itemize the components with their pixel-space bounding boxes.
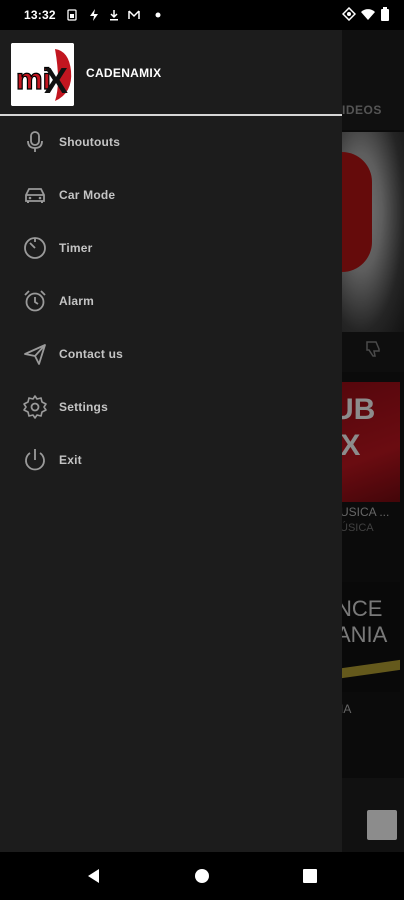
power-icon — [25, 449, 45, 471]
menu-item-label: Settings — [59, 400, 108, 414]
battery-icon — [381, 7, 389, 21]
status-bar: 13:32 — [0, 0, 404, 30]
menu-item-alarm[interactable]: Alarm — [0, 275, 342, 328]
menu-item-settings[interactable]: Settings — [0, 381, 342, 434]
system-nav-bar — [0, 852, 404, 900]
app-logo: mi X — [11, 43, 74, 106]
alarm-clock-icon — [24, 290, 46, 312]
mail-icon — [128, 10, 140, 19]
menu-item-label: Car Mode — [59, 188, 116, 202]
download-icon — [110, 10, 118, 21]
menu-item-label: Shoutouts — [59, 135, 121, 149]
menu-item-label: Contact us — [59, 347, 124, 361]
gear-icon — [23, 395, 47, 419]
menu-item-label: Timer — [59, 241, 93, 255]
mix-logo-icon: mi X — [11, 43, 74, 106]
menu-item-shoutouts[interactable]: Shoutouts — [0, 116, 342, 169]
back-icon[interactable] — [84, 866, 104, 886]
menu-item-label: Exit — [59, 453, 82, 467]
vpn-key-icon — [342, 7, 356, 21]
menu-item-timer[interactable]: Timer — [0, 222, 342, 275]
home-icon[interactable] — [192, 866, 212, 886]
recents-icon[interactable] — [300, 866, 320, 886]
wifi-icon — [361, 9, 375, 20]
timer-icon — [24, 237, 46, 259]
svg-text:X: X — [44, 60, 68, 101]
menu-item-car-mode[interactable]: Car Mode — [0, 169, 342, 222]
dot-icon — [155, 12, 161, 18]
menu-item-contact-us[interactable]: Contact us — [0, 328, 342, 381]
drawer-title: CADENAMIX — [86, 66, 162, 80]
menu-item-label: Alarm — [59, 294, 95, 308]
drawer-header: mi X CADENAMIX — [0, 30, 342, 116]
microphone-icon — [27, 131, 43, 152]
menu-item-exit[interactable]: Exit — [0, 434, 342, 487]
lightning-icon — [90, 9, 98, 21]
send-icon — [24, 344, 46, 365]
car-icon — [25, 188, 45, 203]
navigation-drawer: mi X CADENAMIX Shoutouts Car Mode Timer … — [0, 30, 342, 852]
sim-icon — [67, 9, 77, 21]
status-time: 13:32 — [24, 8, 56, 22]
